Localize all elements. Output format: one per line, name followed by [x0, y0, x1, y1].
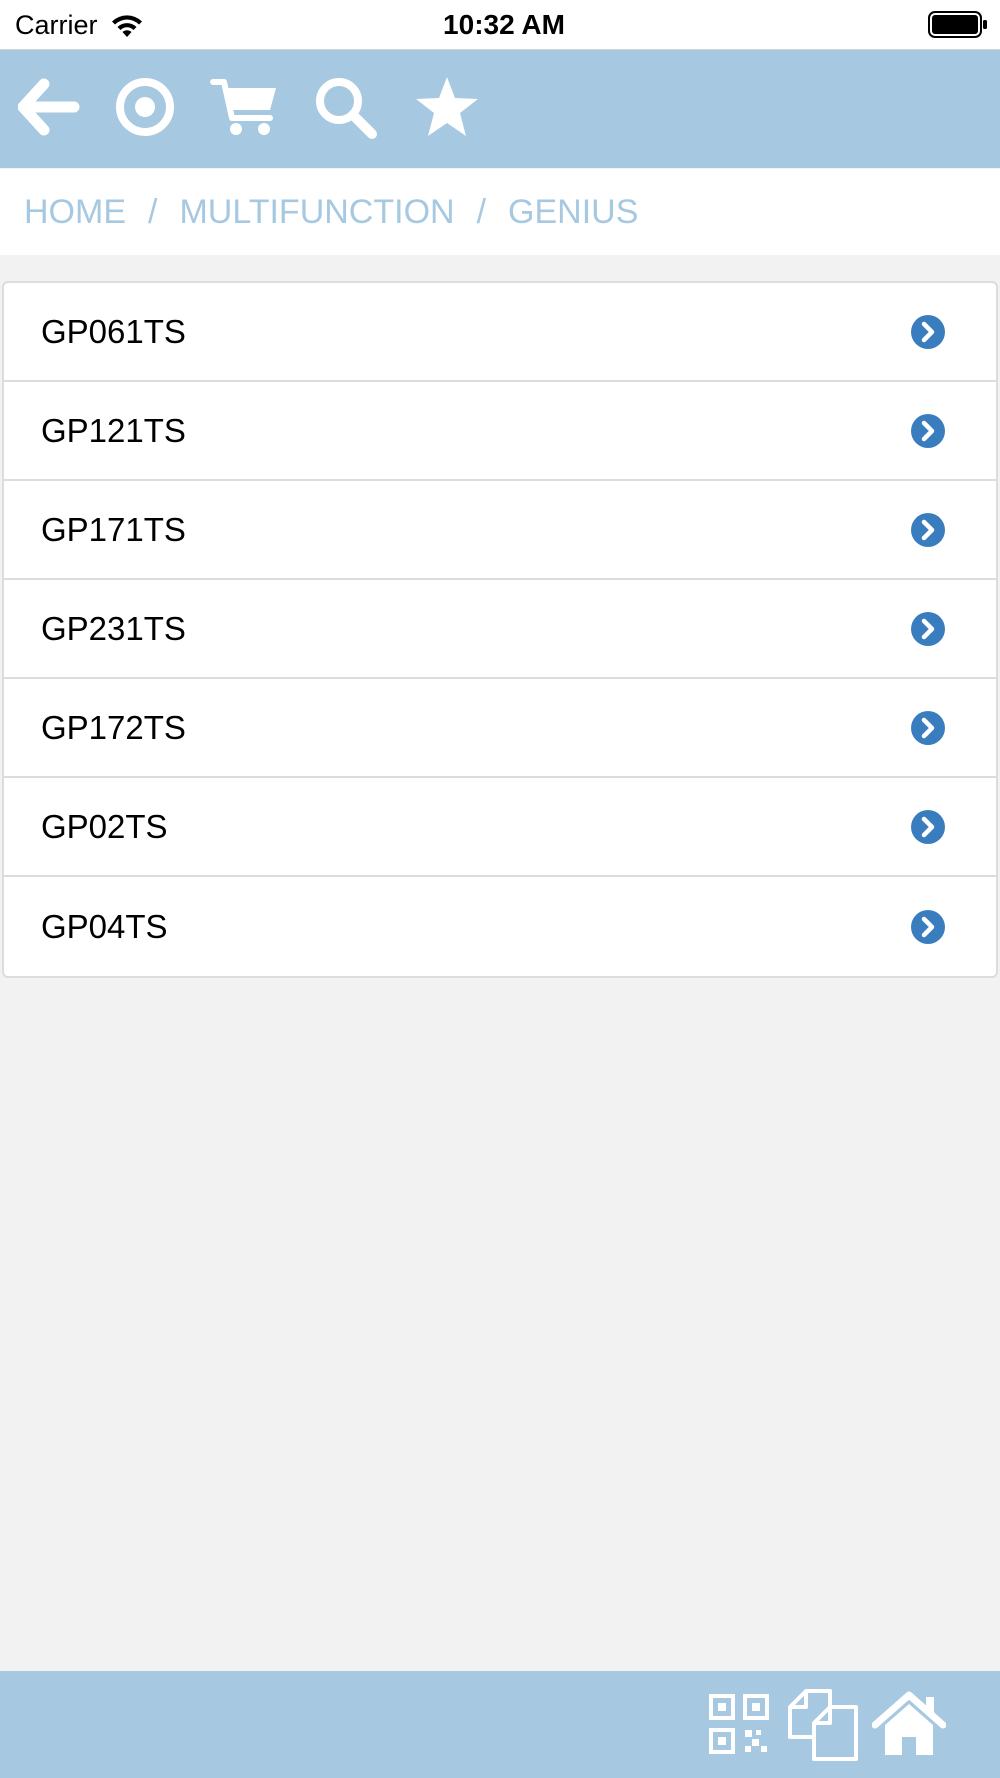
list-item-label: GP061TS: [41, 312, 186, 350]
list-item[interactable]: GP231TS: [4, 580, 996, 679]
list-item-label: GP231TS: [41, 609, 186, 647]
documents-icon[interactable]: [786, 1685, 860, 1763]
breadcrumb-genius[interactable]: GENIUS: [508, 193, 638, 232]
list-item[interactable]: GP121TS: [4, 382, 996, 481]
star-icon[interactable]: [408, 68, 486, 146]
list-item[interactable]: GP02TS: [4, 778, 996, 877]
breadcrumb-separator: /: [148, 192, 158, 231]
breadcrumb: HOME / MULTIFUNCTION / GENIUS: [0, 169, 1000, 255]
list-item-label: GP121TS: [41, 411, 186, 449]
battery-icon: [928, 11, 988, 38]
home-icon[interactable]: [872, 1685, 946, 1763]
chevron-right-circle-icon: [911, 314, 945, 349]
status-time: 10:32 AM: [443, 9, 565, 40]
breadcrumb-separator: /: [476, 192, 487, 231]
list-item[interactable]: GP172TS: [4, 679, 996, 778]
list-item-label: GP04TS: [41, 907, 168, 945]
product-list: GP061TS GP121TS GP171TS GP231TS GP172TS …: [2, 281, 998, 978]
chevron-right-circle-icon: [911, 909, 945, 944]
status-bar: Carrier 10:32 AM: [0, 0, 1000, 50]
breadcrumb-home[interactable]: HOME: [24, 193, 126, 232]
top-toolbar: [0, 50, 1000, 168]
list-item-label: GP02TS: [41, 807, 168, 845]
list-item[interactable]: GP061TS: [4, 283, 996, 382]
list-item[interactable]: GP04TS: [4, 877, 996, 976]
target-icon[interactable]: [106, 68, 184, 146]
chevron-right-circle-icon: [911, 413, 945, 448]
qr-code-icon[interactable]: [702, 1685, 776, 1763]
list-item[interactable]: GP171TS: [4, 481, 996, 580]
chevron-right-circle-icon: [911, 809, 945, 844]
cart-icon[interactable]: [206, 68, 284, 146]
breadcrumb-multifunction[interactable]: MULTIFUNCTION: [179, 193, 454, 232]
app-screen: Carrier 10:32 AM HOME / MULTIFUNCTION / …: [0, 0, 1000, 1778]
list-item-label: GP172TS: [41, 708, 186, 746]
bottom-toolbar: [0, 1671, 1000, 1778]
chevron-right-circle-icon: [911, 512, 945, 547]
search-icon[interactable]: [306, 68, 384, 146]
back-arrow-icon[interactable]: [10, 68, 88, 146]
chevron-right-circle-icon: [911, 710, 945, 745]
chevron-right-circle-icon: [911, 611, 945, 646]
list-item-label: GP171TS: [41, 510, 186, 548]
